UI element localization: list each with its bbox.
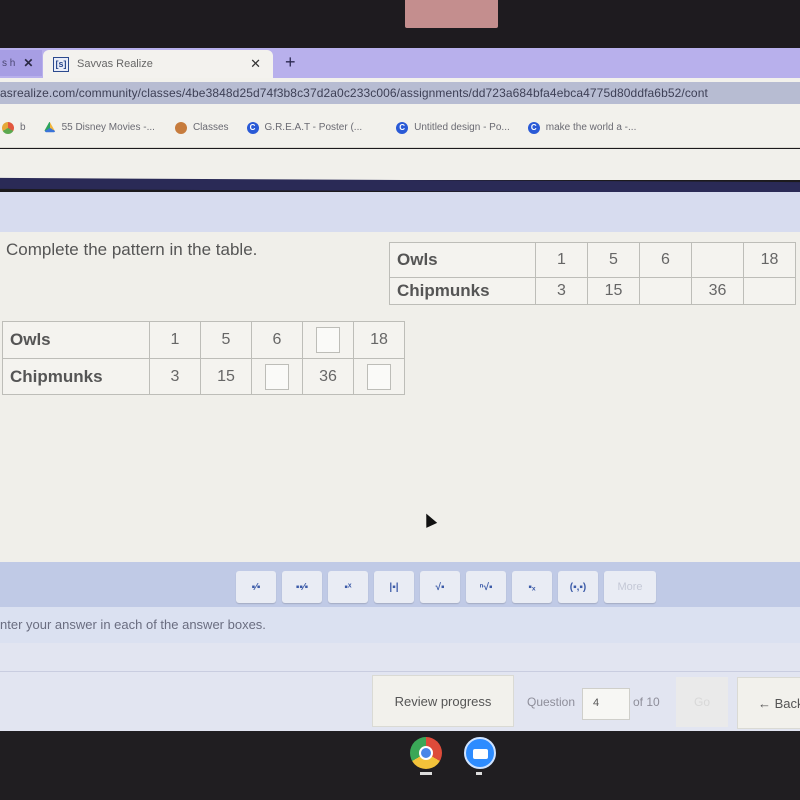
table-cell [639, 277, 692, 305]
bookmarks-bar: b 55 Disney Movies -... Classes C G.R.E.… [0, 108, 800, 148]
bookmark-classes[interactable]: Classes [174, 121, 229, 134]
back-button[interactable]: ← Back [737, 677, 800, 729]
table-cell [743, 277, 796, 305]
tab-savvas-realize[interactable]: [s] Savvas Realize ✕ [43, 50, 273, 78]
exponent-button[interactable]: ▪ˣ [328, 571, 368, 603]
tab-previous-title: s h [2, 57, 16, 69]
new-tab-button[interactable]: + [285, 52, 296, 73]
table-cell: 3 [535, 277, 588, 305]
more-button[interactable]: More [604, 571, 656, 603]
address-bar: asrealize.com/community/classes/4be3848d… [0, 78, 800, 108]
bookmark-b[interactable]: b [2, 121, 26, 134]
math-toolbar: ▪⁄▪ ▪▪⁄▪ ▪ˣ |▪| √▪ ⁿ√▪ ▪ₓ (▪,▪) More [236, 571, 656, 603]
question-label: Question [527, 695, 576, 709]
bookmark-make-the-world[interactable]: C make the world a -... [527, 121, 637, 134]
table-cell: 1 [535, 242, 588, 278]
table-row: Owls 1 5 6 18 [2, 321, 405, 359]
table-cell: 15 [200, 358, 252, 395]
bookmark-label: G.R.E.A.T - Poster (... [264, 122, 363, 133]
bookmark-untitled-design[interactable]: C Untitled design - Po... [396, 121, 510, 134]
table-row: Chipmunks 3 15 36 [389, 277, 796, 305]
table-cell: 3 [149, 358, 201, 395]
fraction-button[interactable]: ▪⁄▪ [236, 571, 276, 603]
monitor-bezel [0, 0, 800, 48]
question-total: of 10 [633, 695, 660, 709]
table-cell: 5 [200, 321, 252, 359]
url-field[interactable]: asrealize.com/community/classes/4be3848d… [0, 82, 800, 104]
canva-icon: C [246, 121, 259, 134]
table-cell: 15 [587, 277, 640, 305]
question-header-band [0, 192, 800, 232]
table-cell: 5 [587, 242, 640, 278]
subscript-button[interactable]: ▪ₓ [512, 571, 552, 603]
table-cell: 6 [639, 242, 692, 278]
row-label: Owls [389, 242, 536, 278]
zoom-icon[interactable] [464, 737, 496, 769]
go-button[interactable]: Go [676, 677, 728, 727]
answer-table: Owls 1 5 6 18 Chipmunks 3 15 36 [2, 321, 405, 395]
drive-icon [43, 121, 56, 133]
savvas-favicon-icon: [s] [53, 56, 69, 72]
table-cell [353, 358, 405, 395]
cube-icon [2, 121, 14, 134]
canva-icon: C [396, 121, 409, 134]
tab-previous[interactable]: s h ✕ [0, 50, 42, 76]
page-header-space [0, 149, 800, 180]
answer-box-chipmunks-5[interactable] [367, 363, 391, 390]
table-cell [251, 358, 303, 395]
classes-icon [174, 121, 187, 134]
table-cell: 1 [149, 321, 201, 359]
tab-title: Savvas Realize [77, 58, 153, 70]
row-label: Chipmunks [2, 358, 150, 395]
ordered-pair-button[interactable]: (▪,▪) [558, 571, 598, 603]
table-cell [302, 321, 354, 359]
table-cell [691, 242, 744, 278]
bookmark-disney-movies[interactable]: 55 Disney Movies -... [43, 121, 155, 134]
table-row: Chipmunks 3 15 36 [2, 358, 405, 395]
review-progress-button[interactable]: Review progress [372, 675, 514, 727]
bookmark-label: Untitled design - Po... [414, 122, 510, 133]
chrome-icon[interactable] [410, 737, 442, 769]
running-indicator [476, 772, 482, 775]
close-icon[interactable]: ✕ [23, 56, 33, 70]
os-shelf [0, 731, 800, 800]
bookmark-label: Classes [192, 122, 229, 133]
table-row: Owls 1 5 6 18 [389, 242, 796, 278]
square-root-button[interactable]: √▪ [420, 571, 460, 603]
row-label: Chipmunks [389, 277, 536, 305]
canva-icon: C [527, 121, 540, 134]
table-cell: 36 [691, 277, 744, 305]
bookmark-label: 55 Disney Movies -... [61, 122, 155, 133]
running-indicator [420, 772, 432, 775]
answer-box-owls-4[interactable] [316, 327, 340, 353]
answer-box-chipmunks-3[interactable] [265, 363, 289, 390]
row-label: Owls [2, 321, 150, 359]
mixed-number-button[interactable]: ▪▪⁄▪ [282, 571, 322, 603]
site-nav-band [0, 177, 800, 194]
question-prompt: Complete the pattern in the table. [6, 240, 258, 259]
browser-tab-strip: s h ✕ [s] Savvas Realize ✕ + [0, 48, 800, 78]
bookmark-label: b [20, 122, 26, 133]
sticky-note [405, 0, 498, 28]
table-cell: 18 [353, 321, 405, 359]
close-icon[interactable]: ✕ [250, 56, 261, 72]
nth-root-button[interactable]: ⁿ√▪ [466, 571, 506, 603]
bookmark-great-poster[interactable]: C G.R.E.A.T - Poster (... [246, 121, 363, 134]
footer-divider [0, 671, 800, 672]
absolute-value-button[interactable]: |▪| [374, 571, 414, 603]
table-cell: 18 [743, 242, 796, 278]
bookmark-label: make the world a -... [545, 122, 637, 133]
table-cell: 6 [251, 321, 303, 359]
question-number-input[interactable]: 4 [582, 688, 630, 720]
table-cell: 36 [302, 358, 354, 395]
reference-table: Owls 1 5 6 18 Chipmunks 3 15 36 [389, 242, 796, 305]
answer-instruction: nter your answer in each of the answer b… [0, 607, 800, 643]
